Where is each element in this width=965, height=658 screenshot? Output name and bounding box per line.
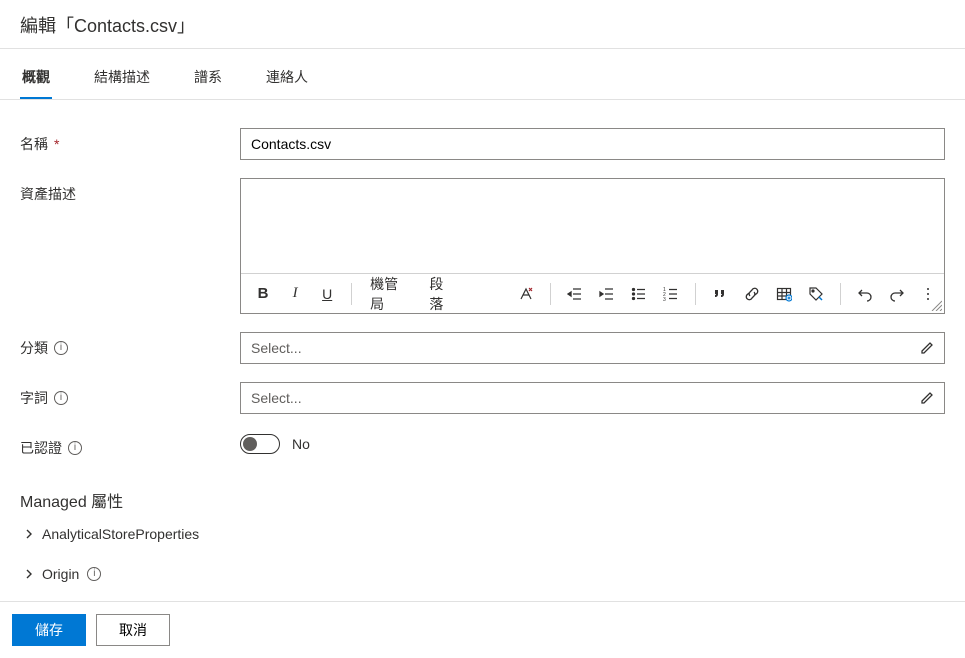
label-certified: 已認證 i [20, 432, 240, 458]
tab-overview[interactable]: 概觀 [20, 55, 52, 99]
certified-value: No [292, 436, 310, 452]
redo-icon[interactable] [883, 279, 911, 309]
bold-button[interactable]: B [249, 279, 277, 309]
toolbar-separator [695, 283, 696, 305]
select-placeholder: Select... [251, 390, 302, 406]
managed-heading: Managed 屬性 [0, 458, 965, 512]
label-classification: 分類 i [20, 332, 240, 358]
clear-format-icon[interactable] [512, 279, 540, 309]
tree-item-analytical[interactable]: AnalyticalStoreProperties [0, 512, 965, 542]
info-icon[interactable]: i [54, 391, 68, 405]
row-classification: 分類 i Select... [20, 332, 945, 364]
svg-text:3: 3 [663, 297, 666, 302]
name-input[interactable] [240, 128, 945, 160]
save-button[interactable]: 儲存 [12, 614, 86, 646]
link-icon[interactable] [738, 279, 766, 309]
label-name: 名稱 * [20, 128, 240, 154]
italic-button[interactable]: I [281, 279, 309, 309]
bullet-list-icon[interactable] [625, 279, 653, 309]
font-dropdown[interactable]: 機管局 [362, 279, 417, 309]
label-certified-text: 已認證 [20, 438, 62, 458]
label-terms-text: 字詞 [20, 388, 48, 408]
indent-icon[interactable] [593, 279, 621, 309]
row-name: 名稱 * [20, 128, 945, 160]
header-divider [0, 48, 965, 49]
info-icon[interactable]: i [54, 341, 68, 355]
tag-icon[interactable] [802, 279, 830, 309]
terms-select[interactable]: Select... [240, 382, 945, 414]
tree-item-label: Origin [42, 566, 79, 582]
table-icon[interactable] [770, 279, 798, 309]
classification-select[interactable]: Select... [240, 332, 945, 364]
chevron-right-icon [24, 529, 34, 539]
row-certified: 已認證 i No [20, 432, 945, 458]
paragraph-dropdown[interactable]: 段落 [421, 279, 463, 309]
toggle-knob [243, 437, 257, 451]
page-title: 編輯「Contacts.csv」 [0, 0, 965, 48]
required-mark: * [54, 136, 59, 152]
toolbar-separator [840, 283, 841, 305]
tab-lineage[interactable]: 譜系 [192, 55, 224, 99]
info-icon[interactable]: i [68, 441, 82, 455]
toolbar-separator [351, 283, 352, 305]
footer: 儲存 取消 [0, 601, 965, 658]
tree-item-origin[interactable]: Origin i [0, 552, 965, 582]
label-description: 資產描述 [20, 178, 240, 204]
chevron-right-icon [24, 569, 34, 579]
row-terms: 字詞 i Select... [20, 382, 945, 414]
row-description: 資產描述 B I U 機管局 段落 [20, 178, 945, 314]
tab-contacts[interactable]: 連絡人 [264, 55, 310, 99]
tab-bar: 概觀 結構描述 譜系 連絡人 [0, 55, 965, 100]
info-icon[interactable]: i [87, 567, 101, 581]
select-edit-icon [920, 341, 934, 355]
undo-icon[interactable] [851, 279, 879, 309]
cancel-button[interactable]: 取消 [96, 614, 170, 646]
resize-handle-icon[interactable] [930, 299, 942, 311]
quote-icon[interactable] [706, 279, 734, 309]
underline-button[interactable]: U [313, 279, 341, 309]
form-area: 名稱 * 資產描述 B I U 機管局 段落 [0, 100, 965, 458]
select-edit-icon [920, 391, 934, 405]
label-description-text: 資產描述 [20, 184, 76, 204]
outdent-icon[interactable] [561, 279, 589, 309]
label-classification-text: 分類 [20, 338, 48, 358]
description-textarea[interactable] [241, 179, 944, 273]
number-list-icon[interactable]: 123 [657, 279, 685, 309]
label-name-text: 名稱 [20, 134, 48, 154]
select-placeholder: Select... [251, 340, 302, 356]
rich-text-editor: B I U 機管局 段落 [240, 178, 945, 314]
toolbar-separator [550, 283, 551, 305]
label-terms: 字詞 i [20, 382, 240, 408]
certified-toggle[interactable] [240, 434, 280, 454]
rich-toolbar: B I U 機管局 段落 [241, 273, 944, 313]
tree-item-label: AnalyticalStoreProperties [42, 526, 199, 542]
tab-schema[interactable]: 結構描述 [92, 55, 152, 99]
